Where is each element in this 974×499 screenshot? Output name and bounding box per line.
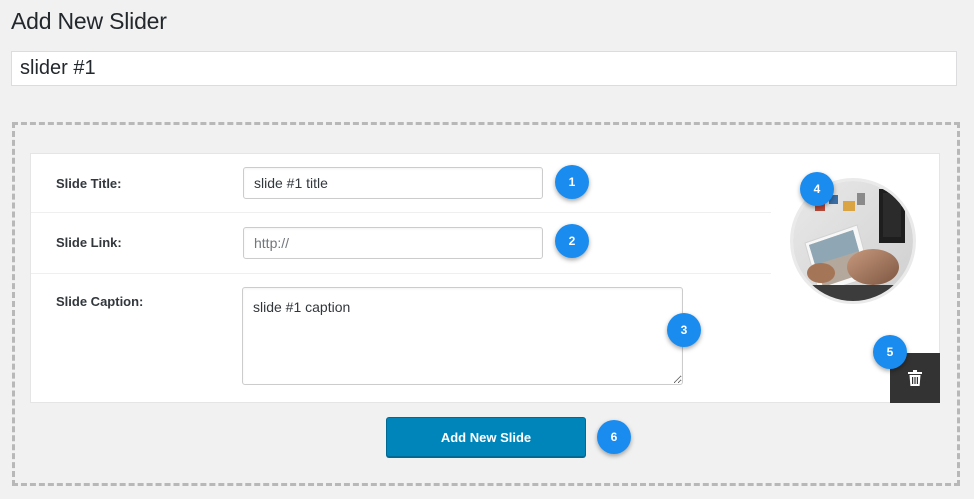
slide-caption-textarea[interactable]: slide #1 caption (242, 287, 683, 385)
page-title: Add New Slider (11, 8, 167, 34)
callout-badge-4: 4 (800, 172, 834, 206)
slide-caption-label: Slide Caption: (56, 294, 144, 309)
slide-title-input[interactable] (243, 167, 543, 199)
callout-badge-2: 2 (555, 224, 589, 258)
slide-link-input[interactable] (243, 227, 543, 259)
callout-badge-3: 3 (667, 313, 701, 347)
callout-badge-6: 6 (597, 420, 631, 454)
row-divider (31, 273, 771, 274)
row-divider (31, 212, 771, 213)
slide-link-label: Slide Link: (56, 235, 122, 250)
slide-title-label: Slide Title: (56, 176, 122, 191)
callout-badge-5: 5 (873, 335, 907, 369)
slider-name-input[interactable] (11, 51, 957, 86)
callout-badge-1: 1 (555, 165, 589, 199)
trash-icon (908, 370, 922, 386)
add-new-slide-button[interactable]: Add New Slide (386, 417, 586, 457)
